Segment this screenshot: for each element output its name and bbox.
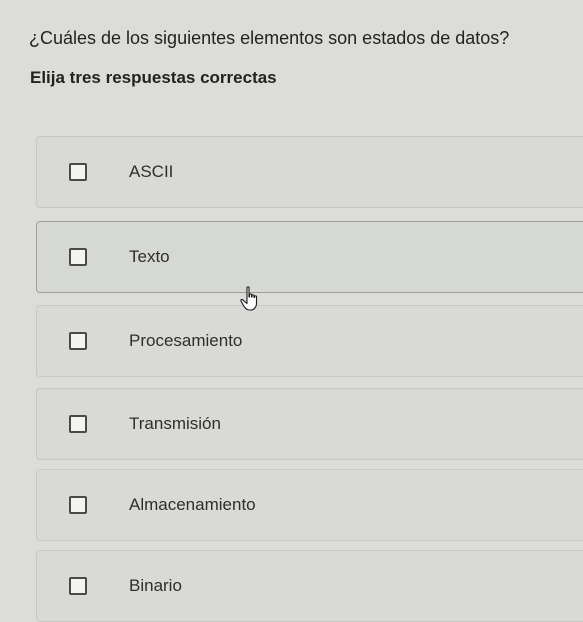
checkbox[interactable] — [69, 415, 87, 433]
option-texto[interactable]: Texto — [36, 221, 583, 293]
option-transmision[interactable]: Transmisión — [36, 388, 583, 460]
option-label: ASCII — [129, 162, 174, 181]
checkbox[interactable] — [69, 577, 87, 595]
option-label: Procesamiento — [129, 331, 243, 350]
option-procesamiento[interactable]: Procesamiento — [36, 305, 583, 377]
option-label: Almacenamiento — [129, 495, 256, 514]
checkbox[interactable] — [69, 248, 87, 266]
hand-pointer-icon — [240, 286, 258, 311]
option-label: Transmisión — [129, 414, 221, 433]
checkbox[interactable] — [69, 332, 87, 350]
option-label: Binario — [129, 576, 182, 595]
option-label: Texto — [129, 247, 170, 266]
answer-options: ASCII Texto Procesamiento Transmisión Al… — [0, 0, 583, 622]
checkbox[interactable] — [69, 163, 87, 181]
checkbox[interactable] — [69, 496, 87, 514]
option-binario[interactable]: Binario — [36, 550, 583, 622]
option-almacenamiento[interactable]: Almacenamiento — [36, 469, 583, 541]
option-ascii[interactable]: ASCII — [36, 136, 583, 208]
